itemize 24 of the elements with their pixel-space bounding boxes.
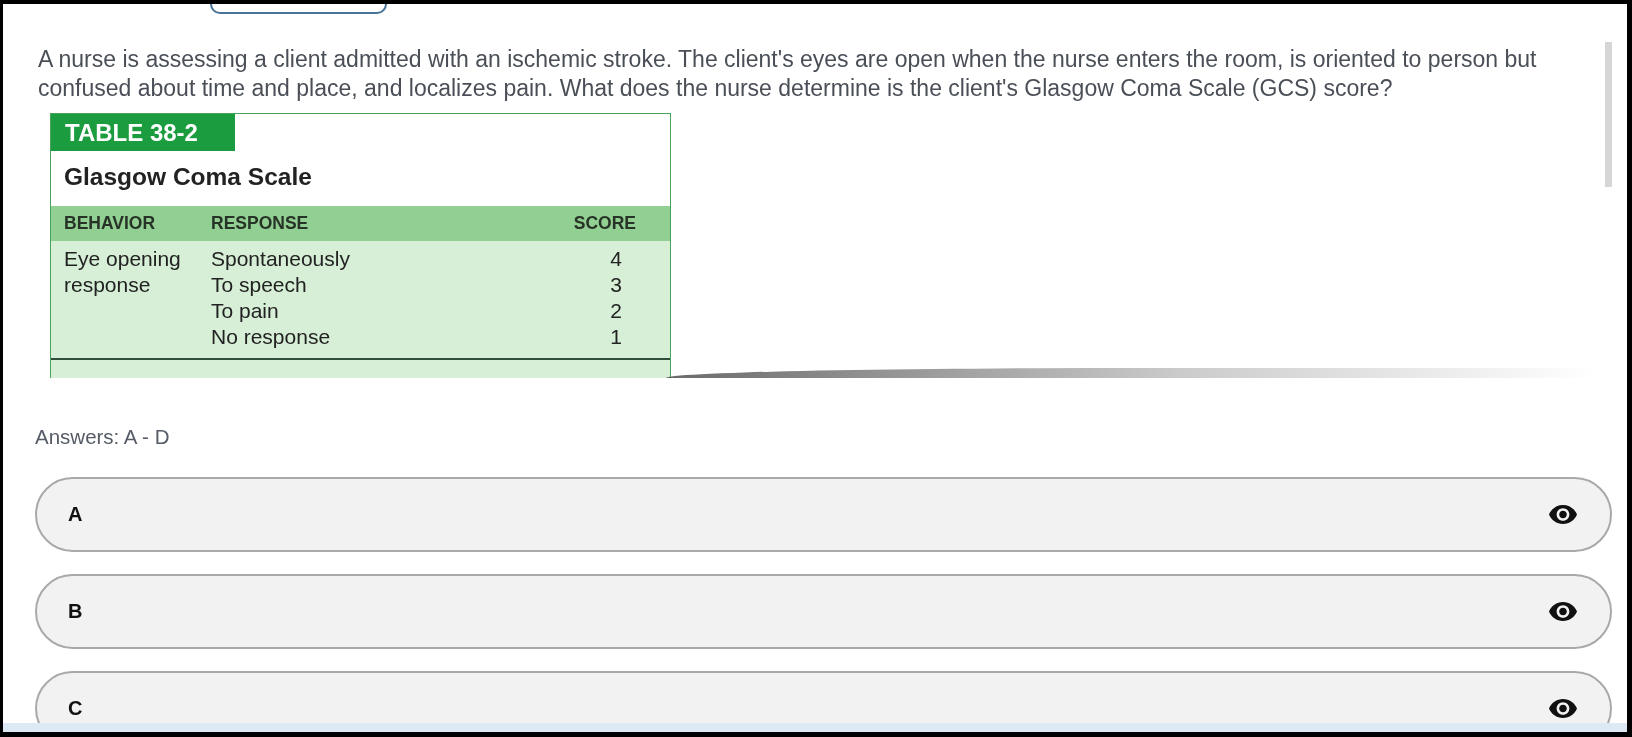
table-cell: 2 (610, 298, 622, 324)
question-text: A nurse is assessing a client admitted with an ischemic stroke. The client's eyes are open when the nurse enters the room, is oriented to person but confused about time and place, and localizes pain. What does the nurse determine is the client's Glasgow Coma Scale (GCS) score? (38, 45, 1538, 103)
eye-icon[interactable] (1549, 602, 1577, 621)
column-header: SCORE (573, 213, 636, 234)
table-cell: 4 (610, 246, 622, 272)
table-label: TABLE 38-2 (51, 114, 235, 151)
eye-icon[interactable] (1549, 505, 1577, 524)
scrollbar-thumb[interactable] (1605, 42, 1612, 187)
table-cell: To pain (211, 298, 279, 324)
answer-option[interactable]: B (35, 574, 1612, 649)
table-cell-text: Eye opening response (64, 246, 182, 298)
column-header: BEHAVIOR (64, 213, 157, 234)
eye-icon[interactable] (1549, 699, 1577, 718)
table-cell: 3 (610, 272, 622, 298)
table-title: Glasgow Coma Scale (63, 162, 313, 192)
answer-option[interactable]: A (35, 477, 1612, 552)
table-cell: 1 (610, 324, 622, 350)
answers-label: Answers: A - D (35, 426, 170, 448)
table-cell: Spontaneously (211, 246, 350, 272)
top-button[interactable] (210, 4, 387, 14)
column-header: RESPONSE (211, 213, 310, 234)
answer-option[interactable]: C (35, 671, 1612, 723)
table-cell: To speech (211, 272, 307, 298)
table-cell: No response (211, 324, 331, 350)
